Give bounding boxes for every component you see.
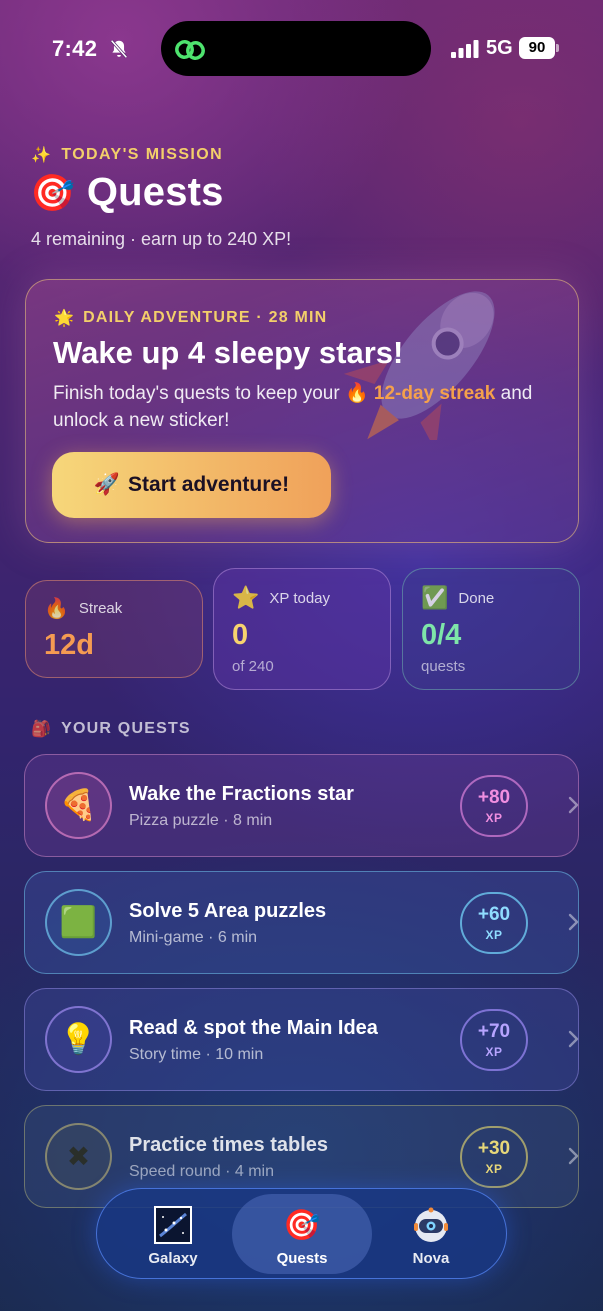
stat-value: 0/4 (421, 619, 462, 651)
signal-icon (451, 40, 479, 58)
xp-amount: +60 (477, 903, 511, 925)
xp-amount: +70 (477, 1020, 511, 1042)
stat-sub: quests (421, 658, 466, 675)
glowing-star-icon: 🌟 (54, 310, 76, 327)
page-title: Quests (86, 170, 224, 214)
adventure-description: Finish today's quests to keep your 🔥 12-… (53, 380, 553, 434)
tab-label: Quests (276, 1250, 328, 1267)
chevron-right-icon (567, 912, 581, 932)
start-adventure-button[interactable]: 🚀 Start adventure! (52, 452, 331, 518)
dynamic-island (161, 21, 431, 76)
quest-title: Practice times tables (129, 1134, 328, 1156)
quest-item-area[interactable]: 🟩 Solve 5 Area puzzles Mini-game · 6 min… (24, 871, 579, 974)
mission-label-text: TODAY'S MISSION (61, 146, 224, 163)
xp-badge: +60 XP (460, 892, 528, 954)
xp-today-stat-card: ⭐ XP today 0 of 240 (213, 568, 391, 690)
battery-icon: 90 (519, 37, 559, 59)
status-time: 7:42 (52, 36, 98, 61)
quests-section-label: 🎒 YOUR QUESTS (31, 719, 191, 739)
stat-value: 12d (44, 629, 94, 661)
bell-muted-icon (110, 39, 128, 59)
quest-item-main-idea[interactable]: 💡 Read & spot the Main Idea Story time ·… (24, 988, 579, 1091)
adventure-desc-before: Finish today's quests to keep your (53, 383, 345, 404)
xp-unit: XP (485, 927, 503, 942)
streak-highlight: 🔥 12-day streak (344, 383, 496, 404)
status-bar: 7:42 5G 90 (0, 0, 603, 96)
stat-label: Done (458, 589, 495, 607)
green-square-icon: 🟩 (45, 889, 112, 956)
xp-unit: XP (485, 810, 503, 825)
daily-adventure-card[interactable]: 🌟 DAILY ADVENTURE · 28 MIN Wake up 4 sle… (25, 279, 579, 543)
xp-amount: +30 (477, 1137, 511, 1159)
target-icon: 🎯 (30, 171, 75, 213)
adventure-label-text: DAILY ADVENTURE · 28 MIN (83, 309, 328, 326)
tab-nova[interactable]: Nova (361, 1194, 501, 1274)
check-icon: ✅ (421, 585, 449, 610)
start-adventure-label: Start adventure! (128, 473, 290, 496)
xp-unit: XP (485, 1044, 503, 1059)
tab-quests[interactable]: 🎯 Quests (232, 1194, 372, 1274)
xp-badge: +80 XP (460, 775, 528, 837)
quests-section-text: YOUR QUESTS (61, 720, 191, 737)
done-stat-card: ✅ Done 0/4 quests (402, 568, 580, 690)
bottom-tab-bar: Galaxy 🎯 Quests Nova (96, 1188, 507, 1279)
stat-sub: of 240 (232, 658, 274, 675)
xp-badge: +30 XP (460, 1126, 528, 1188)
chevron-right-icon (567, 1029, 581, 1049)
page-title-row: 🎯 Quests (30, 170, 224, 215)
robot-icon (412, 1206, 450, 1244)
sparkles-icon: ✨ (31, 147, 53, 164)
chevron-right-icon (567, 795, 581, 815)
link-app-icon (175, 40, 205, 60)
light-bulb-icon: 💡 (45, 1006, 112, 1073)
stat-label: XP today (269, 589, 331, 607)
stat-value: 0 (232, 619, 249, 651)
quest-subtitle: Speed round · 4 min (129, 1163, 274, 1180)
rocket-button-icon: 🚀 (93, 473, 121, 496)
xp-unit: XP (485, 1161, 503, 1176)
network-type: 5G (486, 37, 513, 59)
quest-title: Read & spot the Main Idea (129, 1017, 378, 1039)
tab-galaxy[interactable]: Galaxy (103, 1194, 243, 1274)
quest-item-fractions[interactable]: 🍕 Wake the Fractions star Pizza puzzle ·… (24, 754, 579, 857)
tab-label: Galaxy (148, 1250, 198, 1267)
chevron-right-icon (567, 1146, 581, 1166)
pizza-icon: 🍕 (45, 772, 112, 839)
quest-subtitle: Pizza puzzle · 8 min (129, 812, 273, 829)
fire-icon: 🔥 (44, 598, 69, 620)
stat-label: Streak (78, 600, 123, 617)
xp-badge: +70 XP (460, 1009, 528, 1071)
star-icon: ⭐ (232, 585, 260, 610)
page-subtitle: 4 remaining · earn up to 240 XP! (31, 229, 292, 249)
quest-title: Solve 5 Area puzzles (129, 900, 327, 922)
multiply-icon: ✖ (45, 1123, 112, 1190)
backpack-icon: 🎒 (31, 721, 53, 738)
streak-stat-card: 🔥 Streak 12d (25, 580, 203, 678)
mission-label: ✨ TODAY'S MISSION (31, 145, 223, 165)
tab-label: Nova (412, 1250, 450, 1267)
adventure-label: 🌟 DAILY ADVENTURE · 28 MIN (54, 308, 327, 328)
quest-subtitle: Mini-game · 6 min (129, 929, 258, 946)
xp-amount: +80 (477, 786, 511, 808)
galaxy-icon (154, 1206, 192, 1244)
quest-title: Wake the Fractions star (129, 783, 354, 805)
adventure-title: Wake up 4 sleepy stars! (53, 335, 404, 370)
target-icon: 🎯 (283, 1208, 321, 1242)
quest-subtitle: Story time · 10 min (129, 1046, 264, 1063)
